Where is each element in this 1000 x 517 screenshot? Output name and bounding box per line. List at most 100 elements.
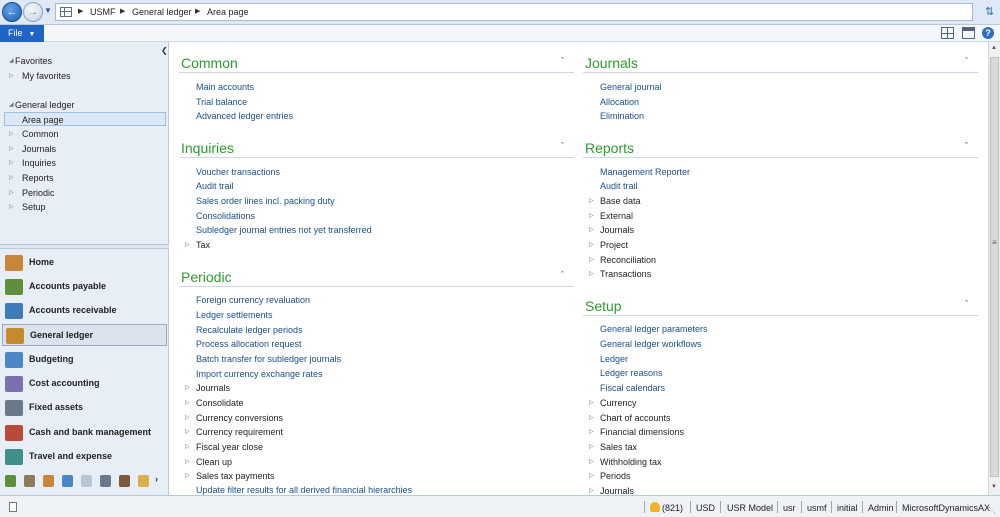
breadcrumb-module[interactable]: General ledger <box>132 7 192 17</box>
nav-item-setup[interactable]: Setup <box>22 202 46 212</box>
module-cost-accounting[interactable]: Cost accounting <box>2 373 167 395</box>
collapse-pane-icon[interactable]: ❮ <box>161 46 168 55</box>
collapse-group-icon[interactable]: ˆ <box>561 141 564 151</box>
link-general-journal[interactable]: General journal <box>600 82 662 92</box>
forward-button[interactable]: → <box>23 2 43 22</box>
module-general-ledger[interactable]: General ledger <box>2 324 167 346</box>
breadcrumb-page[interactable]: Area page <box>207 7 249 17</box>
collapse-group-icon[interactable]: ˆ <box>561 56 564 66</box>
link-recalculate-ledger-periods[interactable]: Recalculate ledger periods <box>196 325 303 335</box>
link-process-allocation-request[interactable]: Process allocation request <box>196 339 302 349</box>
link-audit-trail[interactable]: Audit trail <box>196 181 234 191</box>
vertical-scrollbar[interactable]: ▲ ≡ ▼ <box>988 42 1000 495</box>
link-batch-transfer[interactable]: Batch transfer for subledger journals <box>196 354 341 364</box>
link-main-accounts[interactable]: Main accounts <box>196 82 254 92</box>
nav-item-journals[interactable]: Journals <box>22 144 56 154</box>
folder-reconciliation[interactable]: Reconciliation <box>600 255 656 265</box>
status-user[interactable]: Admin <box>868 503 894 513</box>
expanded-triangle-icon[interactable]: ◢ <box>9 101 14 108</box>
nav-item-reports[interactable]: Reports <box>22 173 54 183</box>
link-ledger-reasons[interactable]: Ledger reasons <box>600 368 663 378</box>
folder-periods[interactable]: Periods <box>600 471 631 481</box>
link-voucher-transactions[interactable]: Voucher transactions <box>196 167 280 177</box>
module-shortcut-icon[interactable] <box>138 475 149 487</box>
link-ledger-settlements[interactable]: Ledger settlements <box>196 310 273 320</box>
module-shortcut-icon[interactable] <box>43 475 54 487</box>
status-company[interactable]: usmf <box>807 503 827 513</box>
arrange-windows-icon[interactable] <box>941 27 954 39</box>
link-allocation[interactable]: Allocation <box>600 97 639 107</box>
folder-fiscal-year-close[interactable]: Fiscal year close <box>196 442 263 452</box>
link-subledger-entries[interactable]: Subledger journal entries not yet transf… <box>196 225 372 235</box>
module-accounts-payable[interactable]: Accounts payable <box>2 276 167 298</box>
scroll-down-icon[interactable]: ▼ <box>991 484 997 490</box>
folder-consolidate[interactable]: Consolidate <box>196 398 244 408</box>
favorites-header[interactable]: Favorites <box>15 56 52 66</box>
link-sales-order-lines[interactable]: Sales order lines incl. packing duty <box>196 196 335 206</box>
document-icon[interactable] <box>9 502 17 512</box>
folder-currency[interactable]: Currency <box>600 398 637 408</box>
folder-report-journals[interactable]: Journals <box>600 225 634 235</box>
collapse-group-icon[interactable]: ˆ <box>965 299 968 309</box>
link-management-reporter[interactable]: Management Reporter <box>600 167 690 177</box>
nav-item-inquiries[interactable]: Inquiries <box>22 158 56 168</box>
scroll-up-icon[interactable]: ▲ <box>991 45 997 51</box>
module-shortcut-icon[interactable] <box>24 475 35 487</box>
link-trial-balance[interactable]: Trial balance <box>196 97 247 107</box>
status-server[interactable]: MicrosoftDynamicsAX <box>902 503 990 513</box>
link-ledger[interactable]: Ledger <box>600 354 628 364</box>
module-shortcut-icon[interactable] <box>119 475 130 487</box>
link-elimination[interactable]: Elimination <box>600 111 644 121</box>
collapse-group-icon[interactable]: ˆ <box>965 56 968 66</box>
nav-item-my-favorites[interactable]: My favorites <box>22 71 71 81</box>
folder-sales-tax-payments[interactable]: Sales tax payments <box>196 471 275 481</box>
module-accounts-receivable[interactable]: Accounts receivable <box>2 300 167 322</box>
module-budgeting[interactable]: Budgeting <box>2 349 167 371</box>
status-layer[interactable]: usr <box>783 503 796 513</box>
link-import-exchange-rates[interactable]: Import currency exchange rates <box>196 369 323 379</box>
folder-transactions[interactable]: Transactions <box>600 269 651 279</box>
expanded-triangle-icon[interactable]: ◢ <box>9 57 14 64</box>
status-alerts[interactable]: (821) <box>662 503 683 513</box>
refresh-icon[interactable]: ⇅ <box>985 5 994 18</box>
folder-journals[interactable]: Journals <box>196 383 230 393</box>
scrollbar-thumb[interactable] <box>990 57 999 477</box>
module-fixed-assets[interactable]: Fixed assets <box>2 397 167 419</box>
folder-sales-tax[interactable]: Sales tax <box>600 442 637 452</box>
module-shortcut-icon[interactable] <box>62 475 73 487</box>
module-shortcut-icon[interactable] <box>81 475 92 487</box>
folder-currency-requirement[interactable]: Currency requirement <box>196 427 283 437</box>
link-fiscal-calendars[interactable]: Fiscal calendars <box>600 383 665 393</box>
nav-item-periodic[interactable]: Periodic <box>22 188 55 198</box>
link-advanced-ledger-entries[interactable]: Advanced ledger entries <box>196 111 293 121</box>
link-report-audit-trail[interactable]: Audit trail <box>600 181 638 191</box>
breadcrumb-company[interactable]: USMF <box>90 7 116 17</box>
folder-project[interactable]: Project <box>600 240 628 250</box>
status-partition[interactable]: initial <box>837 503 858 513</box>
folder-withholding-tax[interactable]: Withholding tax <box>600 457 662 467</box>
folder-tax[interactable]: Tax <box>196 240 210 250</box>
status-currency[interactable]: USD <box>696 503 715 513</box>
module-cash-and-bank-management[interactable]: Cash and bank management <box>2 422 167 444</box>
file-menu-button[interactable]: File ▼ <box>0 25 44 42</box>
more-modules-icon[interactable]: › <box>155 474 158 484</box>
module-header[interactable]: General ledger <box>15 100 75 110</box>
link-consolidations[interactable]: Consolidations <box>196 211 255 221</box>
folder-currency-conversions[interactable]: Currency conversions <box>196 413 283 423</box>
history-dropdown-icon[interactable]: ▼ <box>44 6 52 15</box>
breadcrumb[interactable]: ▶ USMF ▶ General ledger ▶ Area page <box>55 3 973 21</box>
folder-clean-up[interactable]: Clean up <box>196 457 232 467</box>
link-foreign-currency-revaluation[interactable]: Foreign currency revaluation <box>196 295 310 305</box>
link-general-ledger-parameters[interactable]: General ledger parameters <box>600 324 708 334</box>
folder-base-data[interactable]: Base data <box>600 196 641 206</box>
folder-external[interactable]: External <box>600 211 633 221</box>
folder-financial-dimensions[interactable]: Financial dimensions <box>600 427 684 437</box>
pane-splitter[interactable] <box>0 244 169 249</box>
module-travel-and-expense[interactable]: Travel and expense <box>2 446 167 468</box>
folder-chart-of-accounts[interactable]: Chart of accounts <box>600 413 671 423</box>
link-update-filter-results[interactable]: Update filter results for all derived fi… <box>196 485 412 495</box>
module-shortcut-icon[interactable] <box>100 475 111 487</box>
module-home[interactable]: Home <box>2 252 167 274</box>
window-icon[interactable] <box>962 27 975 39</box>
notification-bell-icon[interactable] <box>650 502 660 512</box>
